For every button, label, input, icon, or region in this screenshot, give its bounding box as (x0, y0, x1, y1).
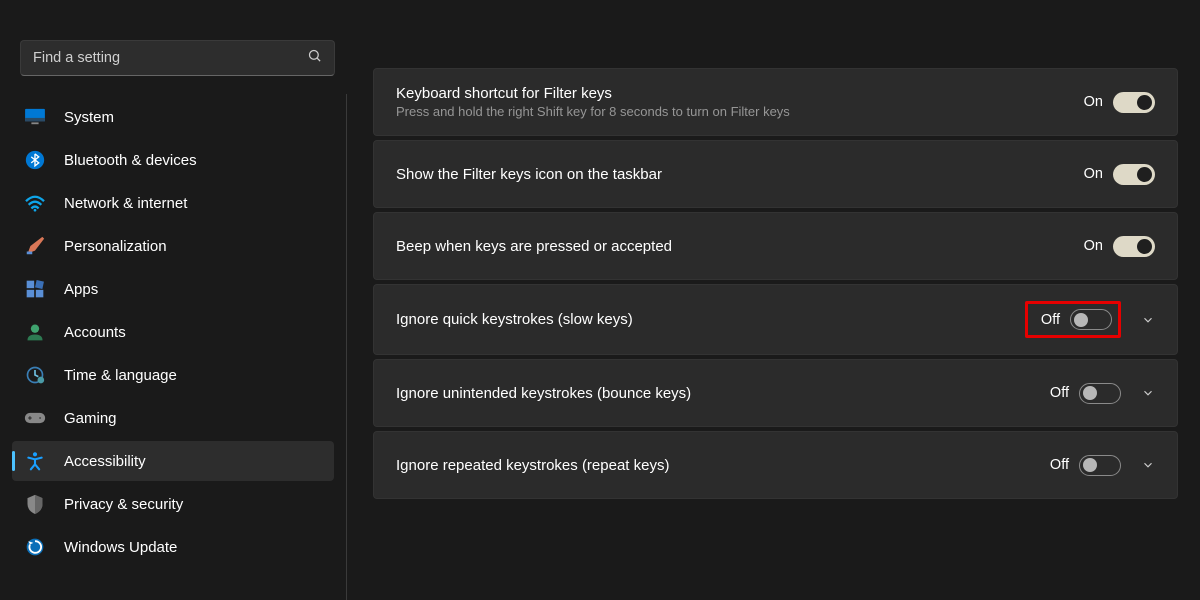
toggle-state-label: On (1077, 94, 1103, 110)
sidebar: System Bluetooth & devices Network & inter… (0, 0, 355, 600)
toggle-switch[interactable] (1113, 92, 1155, 113)
sidebar-item-label: Network & internet (64, 195, 187, 212)
sidebar-item-gaming[interactable]: Gaming (12, 398, 334, 438)
toggle-state-label: Off (1034, 312, 1060, 328)
nav: System Bluetooth & devices Network & inter… (0, 94, 347, 600)
accessibility-icon (24, 450, 46, 472)
toggle-switch[interactable] (1079, 383, 1121, 404)
toggle-state-label: Off (1043, 457, 1069, 473)
setting-row: Beep when keys are pressed or acceptedOn (373, 212, 1178, 280)
update-icon (24, 536, 46, 558)
sidebar-item-label: Accessibility (64, 453, 146, 470)
setting-title: Beep when keys are pressed or accepted (396, 238, 1077, 255)
highlight-annotation: Off (1025, 301, 1121, 338)
chevron-down-icon[interactable] (1141, 386, 1155, 400)
sidebar-item-system[interactable]: System (12, 97, 334, 137)
setting-row[interactable]: Ignore unintended keystrokes (bounce key… (373, 359, 1178, 427)
sidebar-item-label: Accounts (64, 324, 126, 341)
setting-title: Ignore unintended keystrokes (bounce key… (396, 385, 1043, 402)
setting-title: Ignore repeated keystrokes (repeat keys) (396, 457, 1043, 474)
sidebar-item-accounts[interactable]: Accounts (12, 312, 334, 352)
setting-title: Ignore quick keystrokes (slow keys) (396, 311, 1025, 328)
setting-title: Show the Filter keys icon on the taskbar (396, 166, 1077, 183)
sidebar-item-time-language[interactable]: Time & language (12, 355, 334, 395)
bluetooth-icon (24, 149, 46, 171)
setting-row[interactable]: Ignore quick keystrokes (slow keys) Off (373, 284, 1178, 355)
search-input[interactable] (33, 50, 307, 66)
sidebar-item-label: Time & language (64, 367, 177, 384)
sidebar-item-personalization[interactable]: Personalization (12, 226, 334, 266)
chevron-down-icon[interactable] (1141, 458, 1155, 472)
search-box[interactable] (20, 40, 335, 76)
system-icon (24, 106, 46, 128)
time-icon (24, 364, 46, 386)
setting-row: Keyboard shortcut for Filter keys Press a… (373, 68, 1178, 136)
sidebar-item-label: Bluetooth & devices (64, 152, 197, 169)
sidebar-item-label: System (64, 109, 114, 126)
toggle-state-label: On (1077, 238, 1103, 254)
chevron-down-icon[interactable] (1141, 313, 1155, 327)
toggle-state-label: Off (1043, 385, 1069, 401)
toggle-switch[interactable] (1113, 164, 1155, 185)
setting-description: Press and hold the right Shift key for 8… (396, 104, 1077, 119)
wifi-icon (24, 192, 46, 214)
brush-icon (24, 235, 46, 257)
main-content: Keyboard shortcut for Filter keys Press a… (355, 0, 1200, 600)
sidebar-item-bluetooth-devices[interactable]: Bluetooth & devices (12, 140, 334, 180)
setting-row: Show the Filter keys icon on the taskbar… (373, 140, 1178, 208)
toggle-switch[interactable] (1079, 455, 1121, 476)
sidebar-item-network-internet[interactable]: Network & internet (12, 183, 334, 223)
sidebar-item-label: Windows Update (64, 539, 177, 556)
toggle-state-label: On (1077, 166, 1103, 182)
apps-icon (24, 278, 46, 300)
privacy-icon (24, 493, 46, 515)
setting-title: Keyboard shortcut for Filter keys (396, 85, 1077, 102)
toggle-switch[interactable] (1113, 236, 1155, 257)
sidebar-item-label: Privacy & security (64, 496, 183, 513)
sidebar-item-windows-update[interactable]: Windows Update (12, 527, 334, 567)
accounts-icon (24, 321, 46, 343)
sidebar-item-accessibility[interactable]: Accessibility (12, 441, 334, 481)
search-icon (307, 48, 322, 68)
sidebar-item-label: Personalization (64, 238, 167, 255)
toggle-switch[interactable] (1070, 309, 1112, 330)
sidebar-item-label: Gaming (64, 410, 117, 427)
gaming-icon (24, 407, 46, 429)
sidebar-item-apps[interactable]: Apps (12, 269, 334, 309)
setting-row[interactable]: Ignore repeated keystrokes (repeat keys)… (373, 431, 1178, 499)
sidebar-item-label: Apps (64, 281, 98, 298)
sidebar-item-privacy-security[interactable]: Privacy & security (12, 484, 334, 524)
